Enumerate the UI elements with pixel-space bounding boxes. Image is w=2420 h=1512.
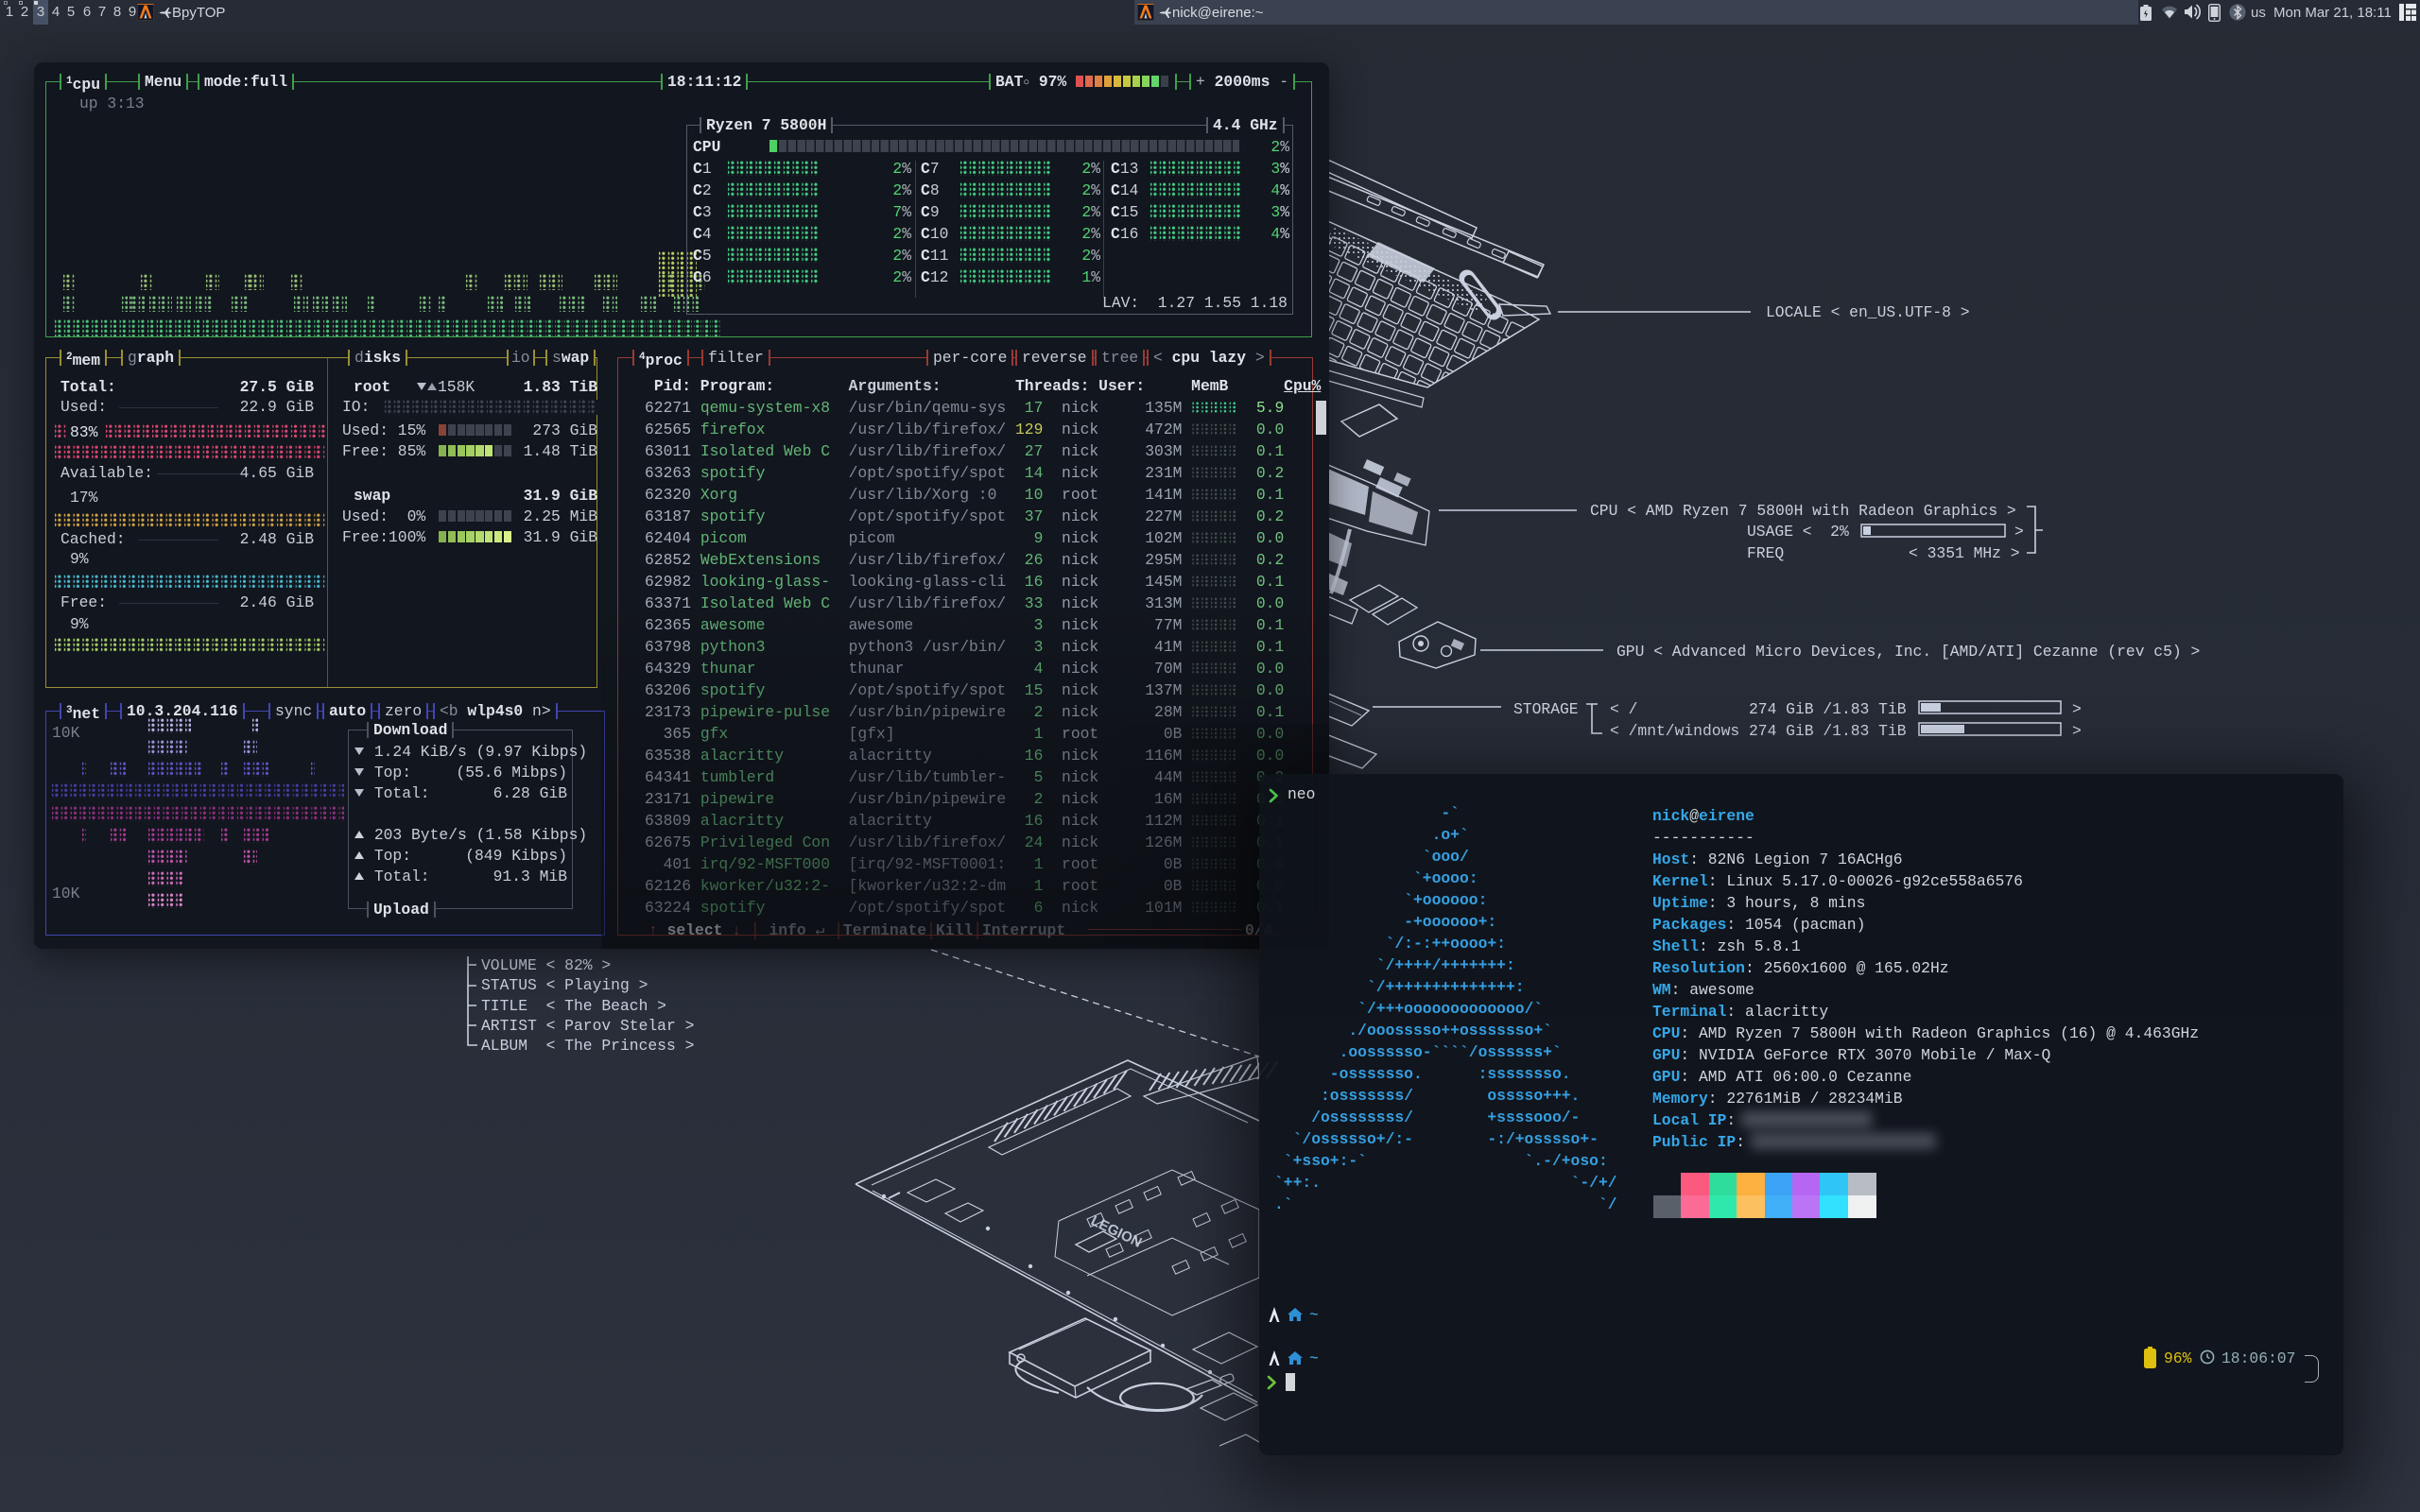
svg-text:~: ~ — [1309, 1306, 1319, 1323]
svg-text:LEGION: LEGION — [1088, 1212, 1144, 1250]
svg-text:~: ~ — [1309, 1349, 1319, 1366]
